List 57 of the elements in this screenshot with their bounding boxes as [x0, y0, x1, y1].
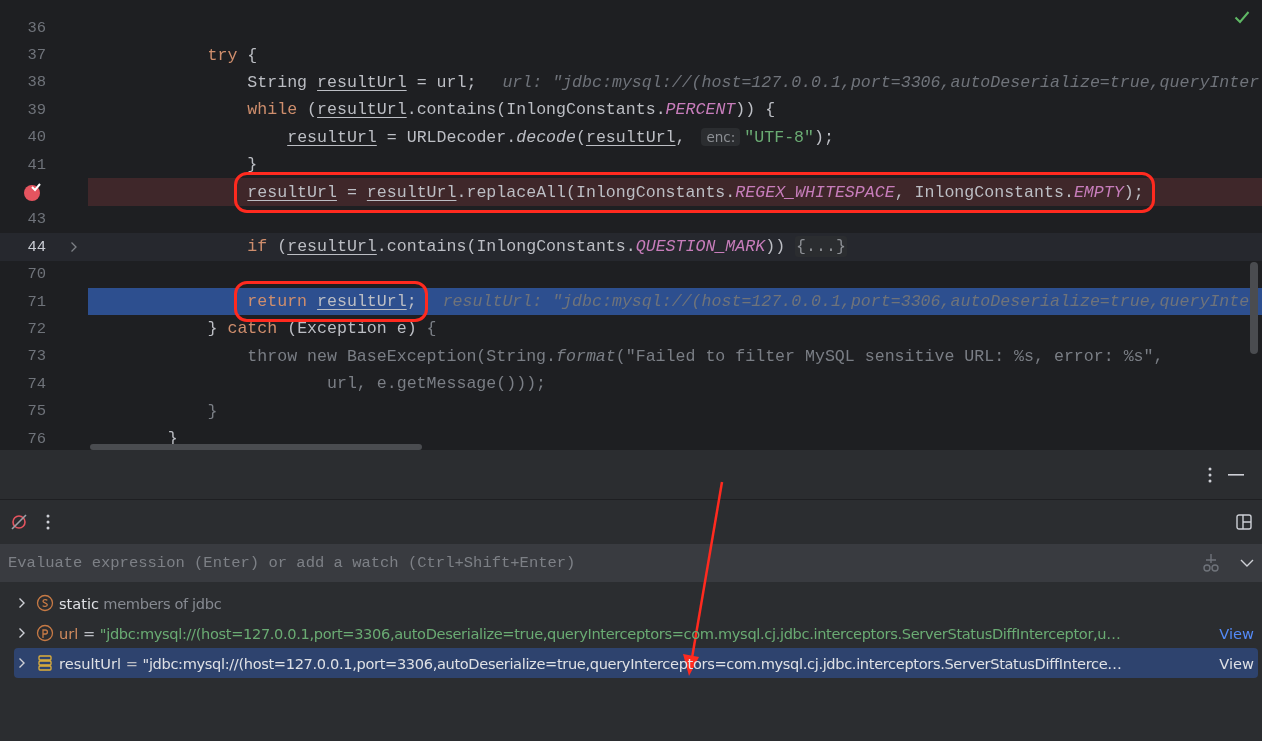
- line-number: 74: [26, 374, 46, 393]
- expression-field[interactable]: Evaluate expression (Enter) or add a watch (Ctrl+Shift+Enter): [0, 544, 1262, 582]
- breakpoint-icon[interactable]: [22, 182, 42, 203]
- line-number: 37: [26, 46, 46, 65]
- view-link[interactable]: View: [1219, 624, 1254, 642]
- code-text: }: [206, 401, 218, 421]
- code-text: url, e.getMessage()));: [326, 374, 547, 394]
- variable-row[interactable]: static members of jdbc: [14, 588, 1258, 618]
- line-number: 70: [26, 265, 46, 284]
- code-text: try {: [206, 45, 258, 65]
- code-text: } catch (Exception e) {: [206, 319, 437, 339]
- chevron-icon[interactable]: [70, 240, 78, 253]
- code-text: throw new BaseException(String.format("Failed to filter MySQL sensitive URL: %s, error: %s",: [246, 346, 1164, 366]
- scrollbar-thumb[interactable]: [1250, 262, 1258, 354]
- folded-code[interactable]: {...}: [795, 236, 847, 258]
- code-text: while (resultUrl.contains(InlongConstants.PERCENT)) {: [246, 100, 776, 120]
- variable-name: static: [59, 594, 100, 612]
- code-text: resultUrl = resultUrl.replaceAll(InlongConstants.REGEX_WHITESPACE, InlongConstants.EMPTY);: [247, 182, 1144, 202]
- line-number: 72: [26, 320, 46, 338]
- parameter-icon: [36, 624, 54, 642]
- variable-value: members of jdbc: [102, 594, 223, 612]
- parameter-hint: enc:: [701, 128, 741, 147]
- inline-value-hint: url: "jdbc:mysql://(host=127.0.0.1,port=3306,autoDeserialize=true,queryInter: [502, 72, 1260, 92]
- expression-input[interactable]: Evaluate expression (Enter) or add a watch (Ctrl+Shift+Enter): [8, 554, 1182, 572]
- chevron-down-icon[interactable]: [1240, 559, 1254, 567]
- layout-icon[interactable]: [1236, 514, 1252, 530]
- code-text: if (resultUrl.contains(InlongConstants.QUESTION_MARK)): [246, 237, 787, 257]
- more-icon[interactable]: [1208, 466, 1212, 483]
- line-number: 75: [26, 402, 46, 421]
- view-link[interactable]: View: [1219, 654, 1254, 672]
- static-icon: [36, 594, 54, 612]
- scrollbar-thumb[interactable]: [90, 444, 422, 450]
- more-icon[interactable]: [46, 514, 50, 530]
- check-icon: [1234, 10, 1250, 24]
- inline-value-hint: resultUrl: "jdbc:mysql://(host=127.0.0.1,port=3306,autoDeserialize=true,queryInte: [442, 292, 1250, 312]
- line-number: 36: [26, 18, 46, 37]
- line-number: 76: [26, 429, 46, 448]
- line-number: 43: [26, 210, 46, 229]
- minimize-icon[interactable]: [1228, 473, 1244, 476]
- code-text: String resultUrl = url;: [246, 72, 477, 92]
- stack-icon: [36, 654, 54, 672]
- code-text: }: [246, 155, 258, 175]
- line-number: 41: [26, 155, 46, 174]
- line-number: 40: [26, 128, 46, 147]
- equals-sign: =: [81, 624, 97, 642]
- line-number: 44: [26, 237, 46, 256]
- line-number: 71: [26, 292, 46, 311]
- mute-breakpoints-icon[interactable]: [10, 513, 28, 531]
- variable-name: url: [59, 624, 79, 642]
- line-number: 38: [26, 73, 46, 92]
- code-text: return resultUrl;: [247, 292, 417, 312]
- line-number: 73: [26, 347, 46, 366]
- equals-sign: =: [124, 654, 139, 672]
- code-text: "UTF-8");: [744, 127, 834, 147]
- line-number: 39: [26, 100, 46, 119]
- code-text: resultUrl = URLDecoder.decode(resultUrl,: [286, 127, 687, 147]
- variable-name: resultUrl: [59, 654, 122, 672]
